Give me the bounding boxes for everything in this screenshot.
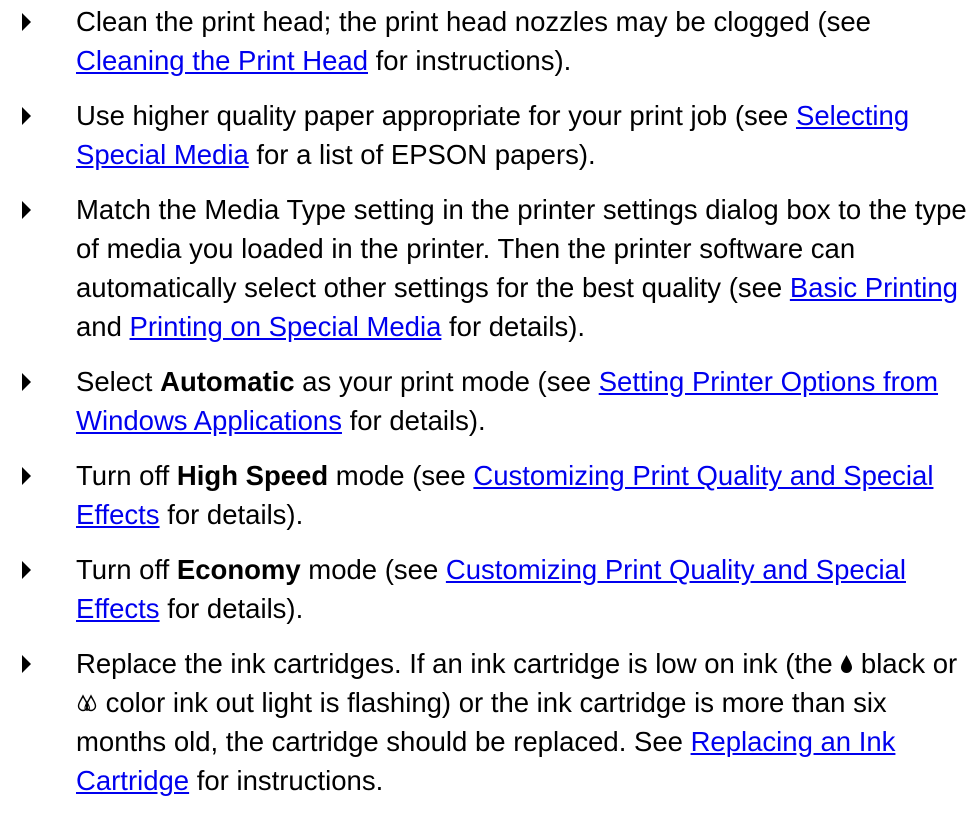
item-text: Use higher quality paper appropriate for… <box>76 100 796 131</box>
color-ink-drops-icon <box>76 683 98 722</box>
list-item: Select Automatic as your print mode (see… <box>0 362 974 440</box>
link-basic-printing[interactable]: Basic Printing <box>790 272 958 303</box>
list-item: Replace the ink cartridges. If an ink ca… <box>0 644 974 800</box>
item-text: mode (see <box>300 554 446 585</box>
list-item: Clean the print head; the print head noz… <box>0 2 974 80</box>
item-text: for instructions. <box>189 765 384 796</box>
triangle-bullet-icon <box>22 13 31 31</box>
item-text: for a list of EPSON papers). <box>248 139 596 170</box>
bold-term: Economy <box>176 554 301 585</box>
troubleshooting-list: Clean the print head; the print head noz… <box>0 2 974 816</box>
item-text: mode (see <box>328 460 474 491</box>
bold-term: High Speed <box>176 460 329 491</box>
triangle-bullet-icon <box>22 655 31 673</box>
list-item: Use higher quality paper appropriate for… <box>0 96 974 174</box>
item-text: for details). <box>159 593 304 624</box>
item-text: for details). <box>441 311 586 342</box>
item-text: Replace the ink cartridges. If an ink ca… <box>76 648 841 679</box>
item-text: Clean the print head; the print head noz… <box>76 6 871 37</box>
triangle-bullet-icon <box>22 201 31 219</box>
triangle-bullet-icon <box>22 467 31 485</box>
item-text: for details). <box>159 499 304 530</box>
bold-term: Automatic <box>160 366 295 397</box>
triangle-bullet-icon <box>22 107 31 125</box>
link-cleaning-print-head[interactable]: Cleaning the Print Head <box>76 45 368 76</box>
triangle-bullet-icon <box>22 561 31 579</box>
item-text: Turn off <box>76 460 177 491</box>
item-text: black or <box>853 648 958 679</box>
item-text: for details). <box>341 405 486 436</box>
item-text: and <box>76 311 130 342</box>
link-printing-special-media[interactable]: Printing on Special Media <box>130 311 442 342</box>
list-item: Turn off Economy mode (see Customizing P… <box>0 550 974 628</box>
item-text: for instructions). <box>368 45 572 76</box>
item-text: Turn off <box>76 554 177 585</box>
item-text: as your print mode (see <box>294 366 599 397</box>
black-ink-drop-icon <box>840 644 853 683</box>
triangle-bullet-icon <box>22 373 31 391</box>
item-text: Select <box>76 366 161 397</box>
list-item: Turn off High Speed mode (see Customizin… <box>0 456 974 534</box>
list-item: Match the Media Type setting in the prin… <box>0 190 974 346</box>
